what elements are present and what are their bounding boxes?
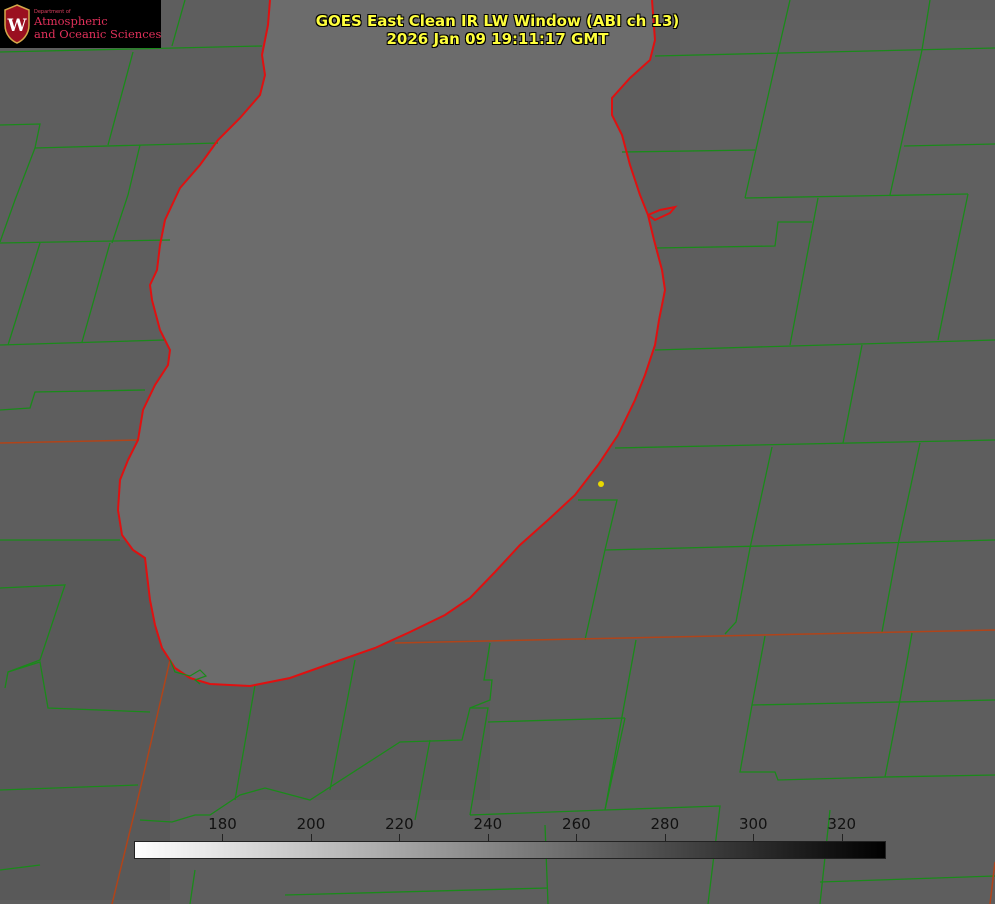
colorbar-tick-mark [488,834,489,841]
colorbar-tick-mark [753,834,754,841]
colorbar-tick-label: 280 [650,815,680,833]
colorbar-tick-mark [576,834,577,841]
colorbar-tick-label: 240 [473,815,503,833]
location-dot-icon [598,481,604,487]
colorbar [134,841,886,859]
image-title: GOES East Clean IR LW Window (ABI ch 13) [315,12,680,30]
land-shade-northeast [680,20,995,220]
colorbar-tick-label: 220 [385,815,414,833]
colorbar-tick-mark [842,834,843,841]
colorbar-tick-mark [222,834,223,841]
map-canvas [0,0,995,904]
image-timestamp: 2026 Jan 09 19:11:17 GMT [386,30,609,48]
colorbar-tick-mark [399,834,400,841]
colorbar-tick-mark [665,834,666,841]
satellite-image: W Department of Atmospheric and Oceanic … [0,0,995,904]
colorbar-tick-label: 180 [208,815,237,833]
colorbar-tick-mark [311,834,312,841]
colorbar-tick-label: 300 [738,815,768,833]
colorbar-tick-label: 200 [296,815,326,833]
colorbar-tick-label: 320 [827,815,857,833]
colorbar-tick-label: 260 [562,815,591,833]
